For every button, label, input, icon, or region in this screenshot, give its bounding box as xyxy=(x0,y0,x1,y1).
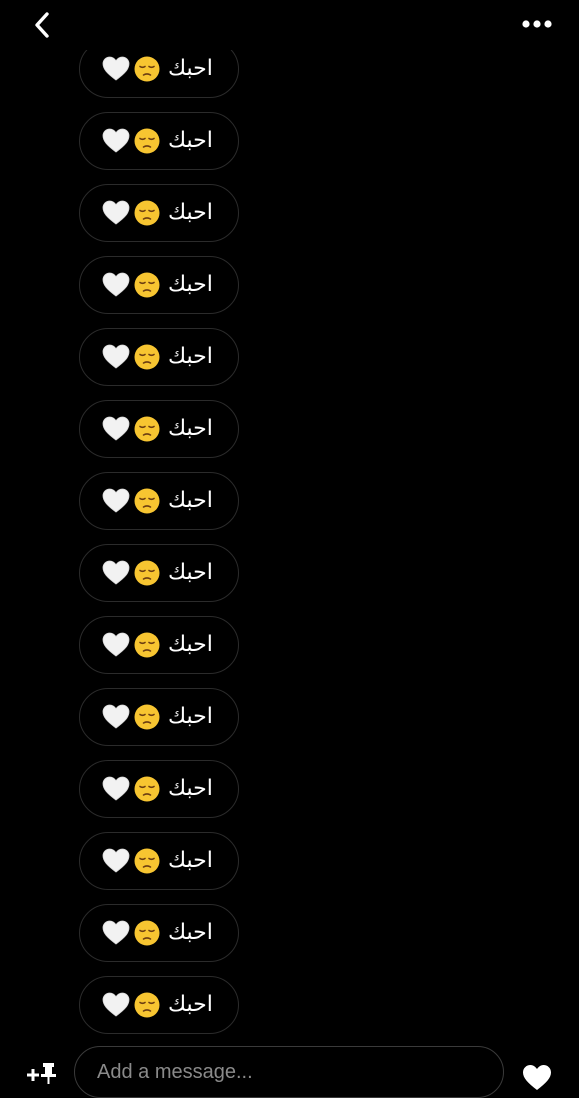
heart-icon xyxy=(523,1065,551,1090)
message-text: احبك xyxy=(168,776,213,801)
white-heart-icon xyxy=(102,632,130,658)
pensive-face-icon xyxy=(134,56,160,82)
pin-button[interactable] xyxy=(26,1062,60,1084)
pensive-face-icon xyxy=(134,416,160,442)
message-bubble[interactable]: احبك xyxy=(79,50,239,98)
message-bubble[interactable]: احبك xyxy=(79,688,239,746)
message-text: احبك xyxy=(168,416,213,441)
message-bubble[interactable]: احبك xyxy=(79,616,239,674)
message-bubble[interactable]: احبك xyxy=(79,544,239,602)
message-input[interactable] xyxy=(74,1046,504,1098)
message-text: احبك xyxy=(168,128,213,153)
pensive-face-icon xyxy=(134,992,160,1018)
message-text: احبك xyxy=(168,848,213,873)
message-text: احبك xyxy=(168,560,213,585)
pensive-face-icon xyxy=(134,776,160,802)
message-bubble[interactable]: احبك xyxy=(79,760,239,818)
more-options-button[interactable] xyxy=(516,10,560,40)
message-bubble[interactable]: احبك xyxy=(79,184,239,242)
white-heart-icon xyxy=(102,344,130,370)
pensive-face-icon xyxy=(134,704,160,730)
pensive-face-icon xyxy=(134,560,160,586)
message-text: احبك xyxy=(168,920,213,945)
message-bubble[interactable]: احبك xyxy=(79,112,239,170)
message-bubble[interactable]: احبك xyxy=(79,328,239,386)
white-heart-icon xyxy=(102,488,130,514)
message-text: احبك xyxy=(168,632,213,657)
pensive-face-icon xyxy=(134,344,160,370)
white-heart-icon xyxy=(102,272,130,298)
white-heart-icon xyxy=(102,416,130,442)
message-bubble[interactable]: احبك xyxy=(79,832,239,890)
white-heart-icon xyxy=(102,704,130,730)
message-text: احبك xyxy=(168,200,213,225)
white-heart-icon xyxy=(102,200,130,226)
more-horizontal-icon xyxy=(522,20,552,28)
message-text: احبك xyxy=(168,488,213,513)
pensive-face-icon xyxy=(134,272,160,298)
white-heart-icon xyxy=(102,128,130,154)
chevron-left-icon xyxy=(35,12,49,38)
chat-header xyxy=(0,0,579,50)
back-button[interactable] xyxy=(26,8,60,42)
message-text: احبك xyxy=(168,56,213,81)
pensive-face-icon xyxy=(134,128,160,154)
white-heart-icon xyxy=(102,920,130,946)
message-bubble[interactable]: احبك xyxy=(79,400,239,458)
white-heart-icon xyxy=(102,992,130,1018)
pensive-face-icon xyxy=(134,200,160,226)
pin-icon xyxy=(27,1063,56,1084)
message-composer xyxy=(0,1036,579,1098)
like-button[interactable] xyxy=(522,1064,552,1092)
white-heart-icon xyxy=(102,848,130,874)
pensive-face-icon xyxy=(134,848,160,874)
white-heart-icon xyxy=(102,560,130,586)
white-heart-icon xyxy=(102,56,130,82)
message-bubble[interactable]: احبك xyxy=(79,472,239,530)
message-bubble[interactable]: احبك xyxy=(79,256,239,314)
message-bubble[interactable]: احبك xyxy=(79,976,239,1034)
message-text: احبك xyxy=(168,704,213,729)
message-text: احبك xyxy=(168,992,213,1017)
message-bubble[interactable]: احبك xyxy=(79,904,239,962)
pensive-face-icon xyxy=(134,632,160,658)
pensive-face-icon xyxy=(134,920,160,946)
message-list[interactable]: احبك احبك احبك احبك احبك احبك احبك احبك احبك احبك… xyxy=(0,50,579,1036)
message-text: احبك xyxy=(168,272,213,297)
pensive-face-icon xyxy=(134,488,160,514)
white-heart-icon xyxy=(102,776,130,802)
message-text: احبك xyxy=(168,344,213,369)
